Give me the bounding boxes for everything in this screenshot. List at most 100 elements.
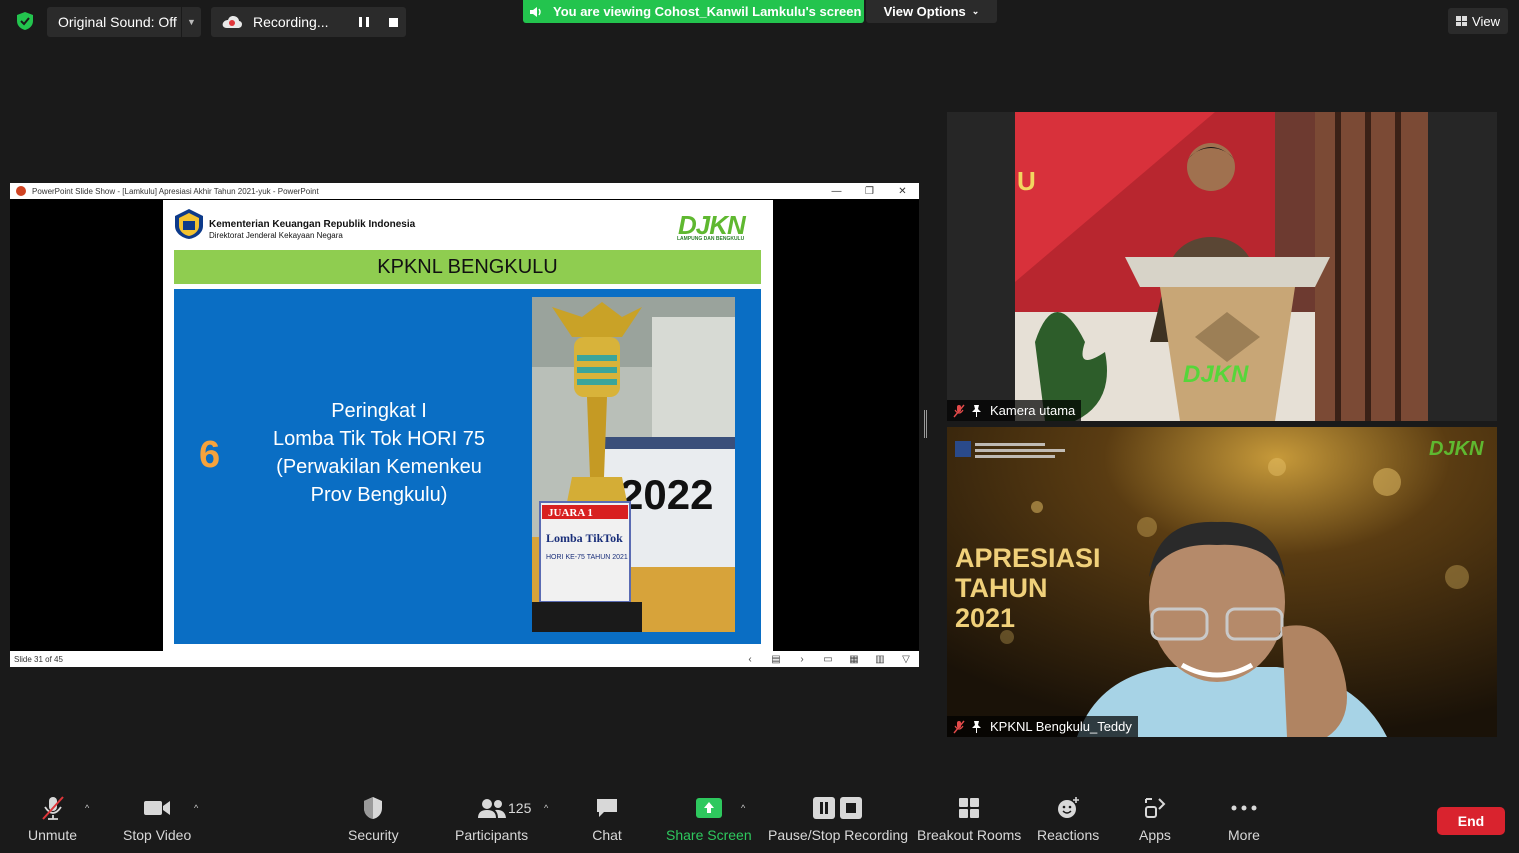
mic-muted-icon [38,795,68,821]
stop-recording-icon[interactable] [389,17,398,27]
more-button[interactable]: More [1228,795,1260,843]
pause-stop-recording-button[interactable]: Pause/Stop Recording [768,795,908,843]
background-logo: DJKN [1429,438,1484,460]
reactions-label: Reactions [1037,827,1100,843]
smiley-plus-icon [1053,795,1083,821]
security-shield-icon[interactable] [14,10,36,32]
powerpoint-icon [16,186,26,196]
original-sound-toggle[interactable]: Original Sound: Off ▼ [47,7,201,37]
minimize-icon[interactable]: — [820,186,853,197]
audio-options-chevron-icon[interactable]: ^ [85,803,89,813]
stop-video-button[interactable]: Stop Video [123,795,191,843]
rank-number: 6 [199,434,221,476]
restore-icon[interactable]: ❐ [853,186,886,197]
next-slide-icon[interactable]: › [789,654,815,665]
slide-content: 6 Peringkat I Lomba Tik Tok HORI 75 (Per… [174,289,761,644]
reading-view-icon[interactable]: ▥ [867,654,893,665]
participant-video: APRESIASI TAHUN 2021 DJKN [947,427,1497,737]
chat-label: Chat [592,827,622,843]
breakout-rooms-label: Breakout Rooms [917,827,1022,843]
kemenkeu-logo-icon [175,209,203,239]
background-text: TAHUN [955,573,1047,603]
participant-video: U DJKN [1015,112,1428,421]
pause-recording-icon[interactable] [359,17,369,27]
participant-name: KPKNL Bengkulu_Teddy [990,719,1132,734]
video-options-chevron-icon[interactable]: ^ [194,803,198,813]
apps-button[interactable]: Apps [1139,795,1171,843]
background-text: 2021 [955,603,1015,633]
caption-line: Peringkat I [331,400,427,422]
shared-screen: PowerPoint Slide Show - [Lamkulu] Apresi… [10,183,919,667]
participant-count: 125 [508,800,532,816]
pin-icon [972,405,981,417]
org-name: Kementerian Keuangan Republik Indonesia [209,219,416,230]
stop-video-label: Stop Video [123,827,192,843]
podium-logo: DJKN [1183,361,1249,388]
slideshow-view-icon[interactable]: ▽ [893,654,919,665]
slide: Kementerian Keuangan Republik Indonesia … [163,200,773,651]
ppt-statusbar: Slide 31 of 45 ‹ ▤ › ▭ ▦ ▥ ▽ [10,651,919,667]
end-meeting-button[interactable]: End [1437,807,1505,835]
org-subname: Direktorat Jenderal Kekayaan Negara [209,231,343,240]
ppt-window-title: PowerPoint Slide Show - [Lamkulu] Apresi… [32,186,319,196]
view-options-button[interactable]: View Options ⌄ [866,0,997,23]
chevron-down-icon[interactable]: ▼ [181,7,201,37]
participant-nametag: KPKNL Bengkulu_Teddy [947,716,1138,737]
security-label: Security [348,827,399,843]
recording-label: Recording... [253,14,329,30]
participants-label: Participants [455,827,529,843]
pause-stop-icon [810,795,866,821]
unmute-label: Unmute [28,827,78,843]
security-button[interactable]: Security [348,795,399,843]
participant-nametag: Kamera utama [947,400,1082,421]
trophy-photo: 2022 JUARA 1 Lomba TikTok HORI KE-75 TAH… [532,297,735,632]
video-camera-icon [142,795,172,821]
caption-line: Prov Bengkulu) [310,484,448,506]
ppt-titlebar: PowerPoint Slide Show - [Lamkulu] Apresi… [10,183,919,199]
shield-icon [358,795,388,821]
grid-view-icon [1456,16,1468,26]
breakout-rooms-button[interactable]: Breakout Rooms [917,795,1021,843]
viewing-screen-banner: You are viewing Cohost_Kanwil Lamkulu's … [523,0,864,23]
view-button[interactable]: View [1448,8,1508,34]
slide-counter: Slide 31 of 45 [14,654,63,664]
chat-button[interactable]: Chat [592,795,622,843]
recording-indicator: Recording... [211,7,406,37]
video-tile-kamera-utama[interactable]: U DJKN Kamera utama [947,112,1497,421]
slide-nav-icon[interactable]: ▤ [763,654,789,665]
mic-muted-icon [953,720,965,733]
more-dots-icon [1229,795,1259,821]
split-resize-handle[interactable] [924,410,927,438]
share-options-chevron-icon[interactable]: ^ [741,803,745,813]
chat-bubble-icon [592,795,622,821]
cloud-record-icon [222,16,242,28]
share-screen-button[interactable]: Share Screen [666,795,752,843]
plaque-line: HORI KE-75 TAHUN 2021 [546,554,628,561]
more-label: More [1228,827,1260,843]
apps-label: Apps [1139,827,1171,843]
breakout-rooms-icon [954,795,984,821]
prev-slide-icon[interactable]: ‹ [737,654,763,665]
original-sound-label: Original Sound: Off [58,14,177,30]
speaker-icon [530,6,541,17]
caption-line: Lomba Tik Tok HORI 75 [273,428,485,450]
view-options-label: View Options [883,4,966,19]
caption-line: (Perwakilan Kemenkeu [276,456,482,478]
unmute-button[interactable]: Unmute [28,795,77,843]
participants-options-chevron-icon[interactable]: ^ [544,803,548,813]
sorter-view-icon[interactable]: ▦ [841,654,867,665]
award-caption: Peringkat I Lomba Tik Tok HORI 75 (Perwa… [254,397,504,509]
meeting-toolbar: Unmute ^ Stop Video ^ Security Participa… [0,785,1519,853]
pin-icon [972,721,981,733]
plaque-line: Lomba TikTok [546,531,623,545]
background-text: APRESIASI [955,543,1101,573]
end-label: End [1457,813,1485,829]
video-tile-kpknl-bengkulu-teddy[interactable]: APRESIASI TAHUN 2021 DJKN KPKNL Bengkulu… [947,427,1497,737]
participants-icon [477,795,507,821]
mic-muted-icon [953,404,965,417]
normal-view-icon[interactable]: ▭ [815,654,841,665]
view-label: View [1472,13,1500,29]
stage-letter: U [1017,166,1036,196]
reactions-button[interactable]: Reactions [1037,795,1099,843]
close-icon[interactable]: ✕ [886,186,919,197]
